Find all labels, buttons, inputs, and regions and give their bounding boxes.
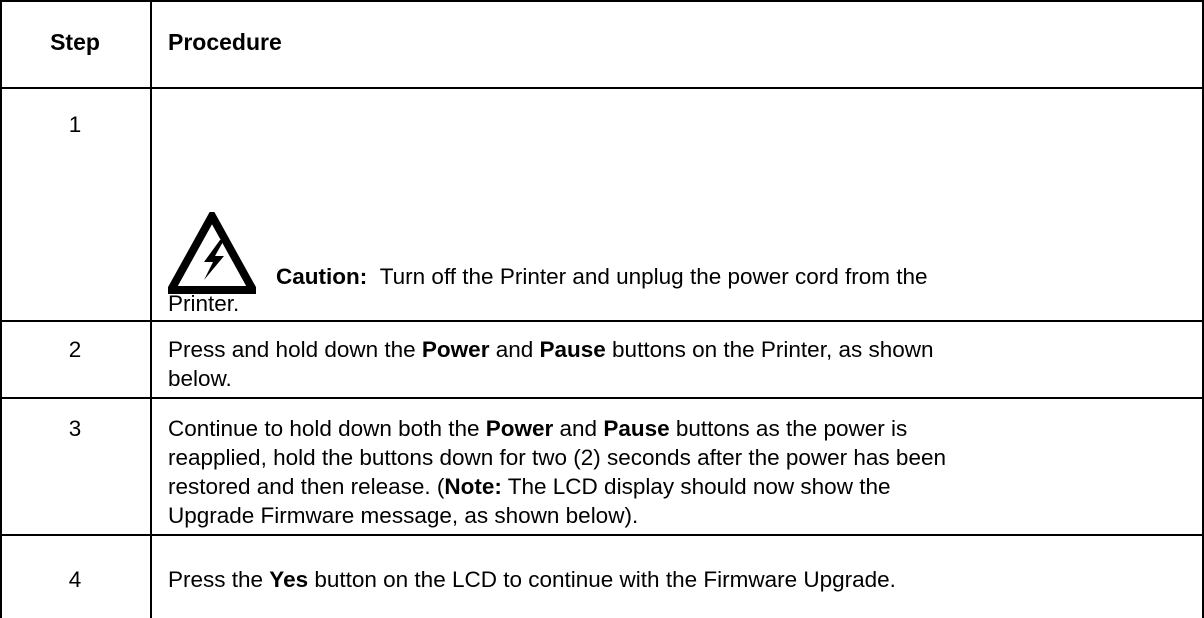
caution-label: Caution: bbox=[276, 264, 368, 289]
row3-text: restored and then release. ( bbox=[168, 474, 445, 499]
row2-text: and bbox=[489, 337, 540, 362]
table-border-top bbox=[0, 0, 1204, 2]
row3-bold-note: Note: bbox=[444, 474, 502, 499]
row1-step-number: 1 bbox=[68, 112, 82, 137]
high-voltage-warning-icon bbox=[168, 212, 256, 294]
row1-caution-line1: Caution: Turn off the Printer and unplug… bbox=[276, 262, 1176, 291]
row4-bold-yes: Yes bbox=[269, 567, 309, 592]
row3-text: and bbox=[553, 416, 604, 441]
row3-bold-pause: Pause bbox=[603, 416, 670, 441]
row3-text: buttons as the power is bbox=[669, 416, 908, 441]
row1-caution-line2: Printer. bbox=[168, 291, 240, 316]
row3-text: The LCD display should now show the bbox=[501, 474, 891, 499]
row3-bold-power: Power bbox=[485, 416, 554, 441]
header-procedure: Procedure bbox=[168, 29, 282, 55]
row3-text-line2: reapplied, hold the buttons down for two… bbox=[168, 445, 946, 470]
row2-text: buttons on the Printer, as shown bbox=[605, 337, 934, 362]
row2-procedure: Press and hold down the Power and Pause … bbox=[168, 335, 1183, 393]
column-divider bbox=[150, 0, 152, 618]
row3-step-number: 3 bbox=[68, 416, 82, 441]
row4-text: button on the LCD to continue with the F… bbox=[308, 567, 896, 592]
row3-text-line4: Upgrade Firmware message, as shown below… bbox=[168, 503, 639, 528]
row3-text: Continue to hold down both the bbox=[168, 416, 486, 441]
row2-text: Press and hold down the bbox=[168, 337, 422, 362]
row2-text-line2: below. bbox=[168, 366, 232, 391]
row2-bold-pause: Pause bbox=[539, 337, 606, 362]
row2-bottom-rule bbox=[0, 397, 1204, 399]
header-step: Step bbox=[50, 29, 100, 55]
row4-step-number: 4 bbox=[68, 567, 82, 592]
row1-bottom-rule bbox=[0, 320, 1204, 322]
row3-procedure: Continue to hold down both the Power and… bbox=[168, 414, 1183, 530]
row2-step-number: 2 bbox=[68, 337, 82, 362]
row3-bottom-rule bbox=[0, 534, 1204, 536]
procedure-table: Step Procedure 1 Caution: Turn off the P… bbox=[0, 0, 1204, 618]
row4-text: Press the bbox=[168, 567, 270, 592]
row2-bold-power: Power bbox=[421, 337, 490, 362]
row4-procedure: Press the Yes button on the LCD to conti… bbox=[168, 565, 1183, 594]
caution-text: Turn off the Printer and unplug the powe… bbox=[379, 264, 928, 289]
table-border-left bbox=[0, 0, 2, 618]
header-bottom-rule bbox=[0, 87, 1204, 89]
